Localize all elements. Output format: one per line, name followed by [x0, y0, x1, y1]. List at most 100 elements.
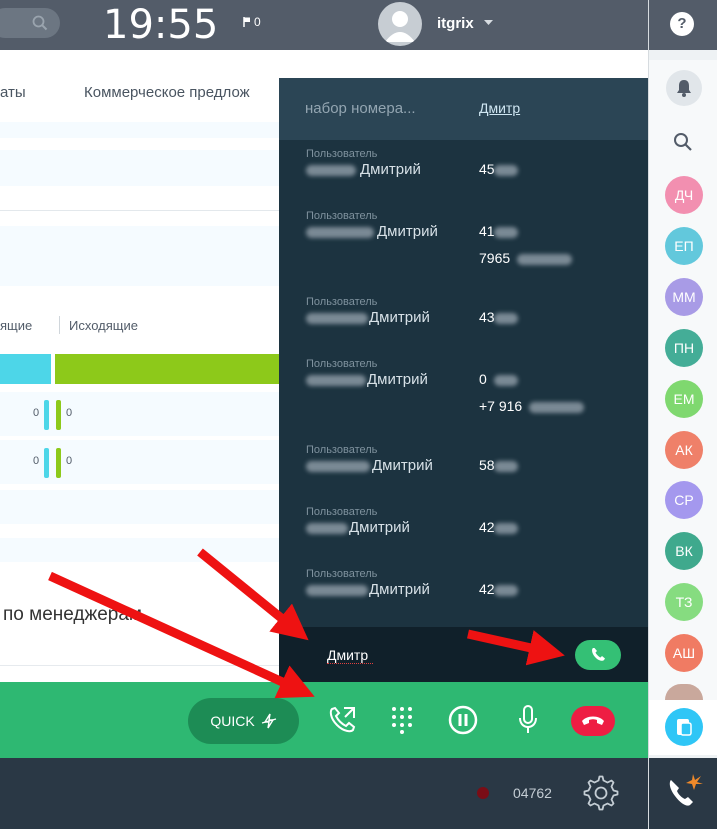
entry-name: Дмитрий	[372, 457, 433, 474]
entry-number-secondary[interactable]: 7965	[479, 250, 510, 266]
entry-name: Дмитрий	[360, 161, 421, 178]
quick-button[interactable]: QUICK	[188, 698, 299, 744]
row1-incoming-bar	[44, 400, 49, 430]
entry-name: Дмитрий	[367, 371, 428, 388]
dial-input[interactable]	[327, 647, 373, 664]
microphone-icon[interactable]	[517, 704, 539, 736]
call-transfer-icon[interactable]	[326, 704, 358, 736]
dial-status: набор номера...	[305, 100, 416, 117]
sidebar-card-area	[649, 700, 717, 755]
redacted-number	[494, 313, 518, 324]
pause-icon[interactable]	[448, 705, 478, 735]
tab-commercial-offer[interactable]: Коммерческое предлож	[84, 84, 250, 101]
contact-avatar[interactable]: АК	[665, 430, 703, 469]
entry-type: Пользователь	[306, 210, 378, 222]
table-row	[0, 226, 280, 286]
clock: 19:55	[103, 2, 219, 48]
entry-number[interactable]: 42	[479, 581, 495, 597]
flag-counter[interactable]: 0	[243, 15, 261, 29]
entry-number[interactable]: 41	[479, 223, 495, 239]
bell-icon	[677, 80, 691, 97]
entry-name: Дмитрий	[369, 309, 430, 326]
redacted-number	[494, 227, 518, 238]
dialer-header: набор номера... Дмитр	[279, 78, 648, 140]
hangup-button[interactable]	[571, 706, 615, 736]
row2-incoming-bar	[44, 448, 49, 478]
notifications-button[interactable]	[666, 70, 702, 106]
contact-avatar[interactable]: ЕП	[665, 226, 703, 265]
table-row	[0, 392, 280, 436]
section-title-managers: по менеджерам	[3, 604, 142, 625]
row2-outgoing-bar	[56, 448, 61, 478]
sidebar-header: ?	[649, 0, 717, 50]
dial-call-button[interactable]	[575, 640, 621, 670]
business-card-button[interactable]	[665, 708, 703, 746]
flag-count: 0	[254, 15, 261, 29]
redacted-surname	[306, 585, 368, 596]
row1-outgoing-bar	[56, 400, 61, 430]
contact-avatar[interactable]: ММ	[665, 277, 703, 316]
transfer-icon	[261, 713, 276, 729]
entry-name: Дмитрий	[369, 581, 430, 598]
contact-avatar[interactable]: ТЗ	[665, 583, 703, 622]
contact-avatar[interactable]: ЕМ	[665, 379, 703, 418]
chevron-down-icon[interactable]	[484, 20, 493, 26]
entry-type: Пользователь	[306, 296, 378, 308]
contact-avatar[interactable]: ПН	[665, 328, 703, 367]
table-row	[0, 122, 280, 138]
redacted-number	[494, 523, 518, 534]
user-silhouette-icon	[385, 11, 415, 42]
divider	[59, 316, 60, 334]
entry-type: Пользователь	[306, 568, 378, 580]
contact-avatar[interactable]: АШ	[665, 634, 703, 673]
tab-partial[interactable]: аты	[0, 84, 26, 101]
entry-number[interactable]: 58	[479, 457, 495, 473]
search-icon[interactable]	[673, 132, 693, 152]
divider	[0, 665, 280, 666]
gear-icon[interactable]	[583, 775, 619, 811]
entry-name: Дмитрий	[349, 519, 410, 536]
phone-icon	[592, 648, 605, 661]
redacted-surname	[306, 227, 374, 238]
table-row	[0, 440, 280, 484]
outgoing-bar	[55, 354, 280, 384]
redacted-number	[494, 585, 518, 596]
row1-incoming-count: 0	[33, 407, 40, 419]
entry-type: Пользователь	[306, 358, 378, 370]
entry-number[interactable]: 43	[479, 309, 495, 325]
line-number: 04762	[513, 785, 552, 801]
search-box[interactable]	[0, 8, 60, 38]
entry-type: Пользователь	[306, 444, 378, 456]
column-outgoing: Исходящие	[69, 318, 138, 333]
phone-icon	[669, 774, 703, 806]
table-row	[0, 538, 280, 562]
user-name[interactable]: itgrix	[437, 15, 474, 32]
user-avatar[interactable]	[378, 2, 422, 46]
dialed-name-link[interactable]: Дмитр	[479, 100, 520, 116]
row2-outgoing-count: 0	[66, 455, 73, 467]
entry-number[interactable]: 45	[479, 161, 495, 177]
redacted-surname	[306, 461, 370, 472]
quick-label: QUICK	[210, 713, 255, 729]
entry-number[interactable]: 42	[479, 519, 495, 535]
flag-icon	[243, 17, 250, 27]
table-row	[0, 490, 280, 524]
entry-number-secondary[interactable]: +7 916	[479, 398, 522, 414]
contact-avatar[interactable]: ДЧ	[665, 176, 703, 214]
redacted-number	[529, 402, 584, 413]
divider	[0, 210, 280, 211]
entry-type: Пользователь	[306, 506, 378, 518]
redacted-number	[494, 375, 518, 386]
row2-incoming-count: 0	[33, 455, 40, 467]
help-button[interactable]: ?	[670, 12, 694, 36]
redacted-surname	[306, 165, 356, 176]
telephony-button[interactable]	[649, 758, 717, 829]
keypad-icon[interactable]	[391, 706, 413, 734]
card-icon	[677, 719, 692, 736]
redacted-surname	[306, 313, 368, 324]
dialer-panel: набор номера... Дмитр Пользователь Дмитри…	[279, 78, 648, 682]
entry-number[interactable]: 0	[479, 371, 487, 387]
redacted-number	[494, 165, 518, 176]
dial-input-row	[279, 627, 648, 682]
redacted-surname	[306, 375, 366, 386]
